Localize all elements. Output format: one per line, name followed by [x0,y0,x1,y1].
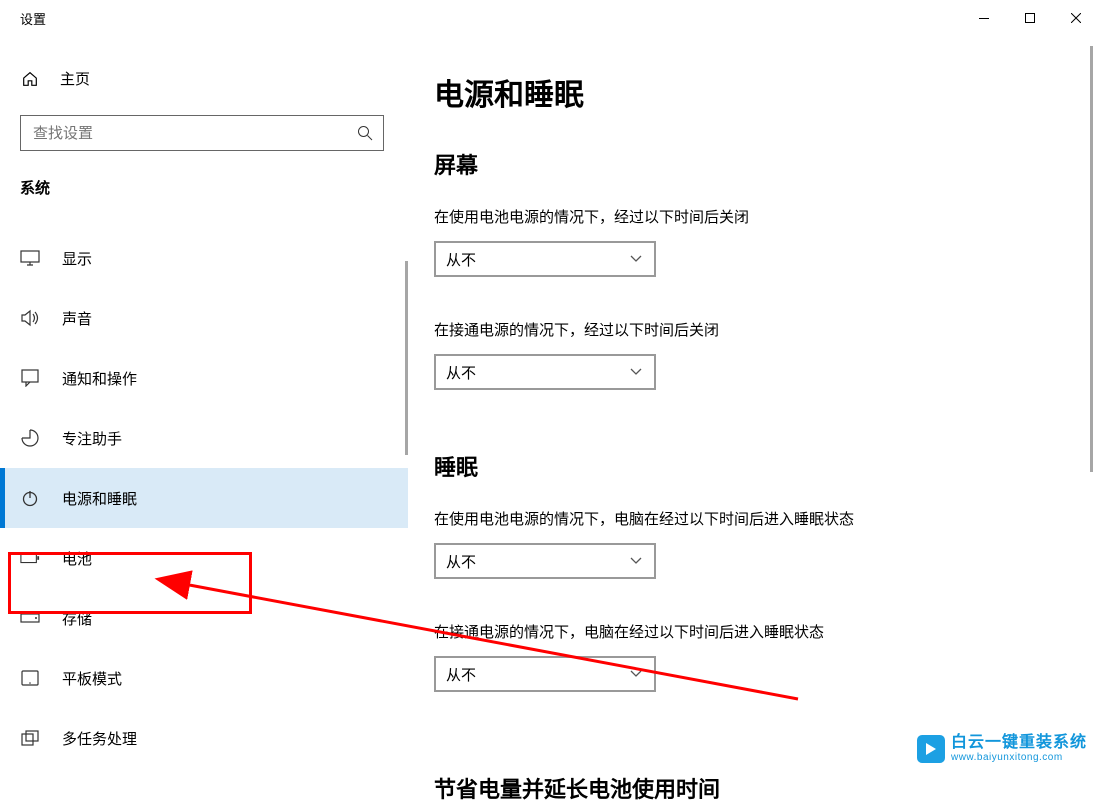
notifications-icon [20,368,40,388]
sidebar: 主页 系统 显示 声音 通知和操作 专注助手 [0,36,408,777]
sidebar-item-multitask[interactable]: 多任务处理 [0,708,408,768]
sidebar-item-tablet[interactable]: 平板模式 [0,648,408,708]
sidebar-item-label: 电池 [62,548,92,569]
watermark: 白云一键重装系统 www.baiyunxitong.com [917,734,1087,763]
watermark-icon [917,735,945,763]
sidebar-item-notifications[interactable]: 通知和操作 [0,348,408,408]
category-header: 系统 [0,177,408,198]
chevron-down-icon [630,255,642,263]
power-icon [20,488,40,508]
dropdown-value: 从不 [446,249,476,270]
focus-assist-icon [20,428,40,448]
sidebar-item-label: 专注助手 [62,428,122,449]
page-title: 电源和睡眠 [434,70,1099,114]
sidebar-item-battery[interactable]: 电池 [0,528,408,588]
sidebar-item-storage[interactable]: 存储 [0,588,408,648]
sidebar-item-label: 通知和操作 [62,368,137,389]
chevron-down-icon [630,670,642,678]
sleep-battery-label: 在使用电池电源的情况下，电脑在经过以下时间后进入睡眠状态 [434,508,1099,529]
screen-plugged-label: 在接通电源的情况下，经过以下时间后关闭 [434,319,1099,340]
multitask-icon [20,728,40,748]
screen-battery-label: 在使用电池电源的情况下，经过以下时间后关闭 [434,206,1099,227]
sidebar-list: 显示 声音 通知和操作 专注助手 电源和睡眠 电池 [0,228,408,768]
sidebar-item-power[interactable]: 电源和睡眠 [0,468,408,528]
screen-plugged-dropdown[interactable]: 从不 [434,354,656,390]
watermark-title: 白云一键重装系统 [951,734,1087,752]
minimize-button[interactable] [961,2,1007,34]
tablet-icon [20,668,40,688]
display-icon [20,248,40,268]
battery-icon [20,548,40,568]
sidebar-item-label: 电源和睡眠 [62,488,137,509]
sidebar-item-display[interactable]: 显示 [0,228,408,288]
dropdown-value: 从不 [446,362,476,383]
chevron-down-icon [630,368,642,376]
sleep-section-title: 睡眠 [434,450,1099,482]
home-link[interactable]: 主页 [0,60,408,97]
storage-icon [20,608,40,628]
sidebar-item-focus[interactable]: 专注助手 [0,408,408,468]
sidebar-item-sound[interactable]: 声音 [0,288,408,348]
screen-section-title: 屏幕 [434,148,1099,180]
search-input[interactable] [20,115,384,151]
sleep-plugged-dropdown[interactable]: 从不 [434,656,656,692]
sound-icon [20,308,40,328]
window-title: 设置 [20,9,46,28]
sleep-plugged-label: 在接通电源的情况下，电脑在经过以下时间后进入睡眠状态 [434,621,1099,642]
sidebar-item-label: 存储 [62,608,92,629]
chevron-down-icon [630,557,642,565]
search-field[interactable] [33,125,357,142]
sidebar-item-label: 显示 [62,248,92,269]
dropdown-value: 从不 [446,664,476,685]
search-icon [357,125,373,141]
close-button[interactable] [1053,2,1099,34]
maximize-button[interactable] [1007,2,1053,34]
sidebar-item-label: 平板模式 [62,668,122,689]
dropdown-value: 从不 [446,551,476,572]
home-icon [20,70,40,88]
sleep-battery-dropdown[interactable]: 从不 [434,543,656,579]
sidebar-item-label: 声音 [62,308,92,329]
main-content: 电源和睡眠 屏幕 在使用电池电源的情况下，经过以下时间后关闭 从不 在接通电源的… [408,36,1099,804]
window-controls [961,2,1099,34]
sidebar-item-label: 多任务处理 [62,728,137,749]
content-scrollbar[interactable] [1090,46,1093,472]
home-label: 主页 [60,68,90,89]
watermark-url: www.baiyunxitong.com [951,752,1087,763]
titlebar: 设置 [0,0,1099,36]
screen-battery-dropdown[interactable]: 从不 [434,241,656,277]
